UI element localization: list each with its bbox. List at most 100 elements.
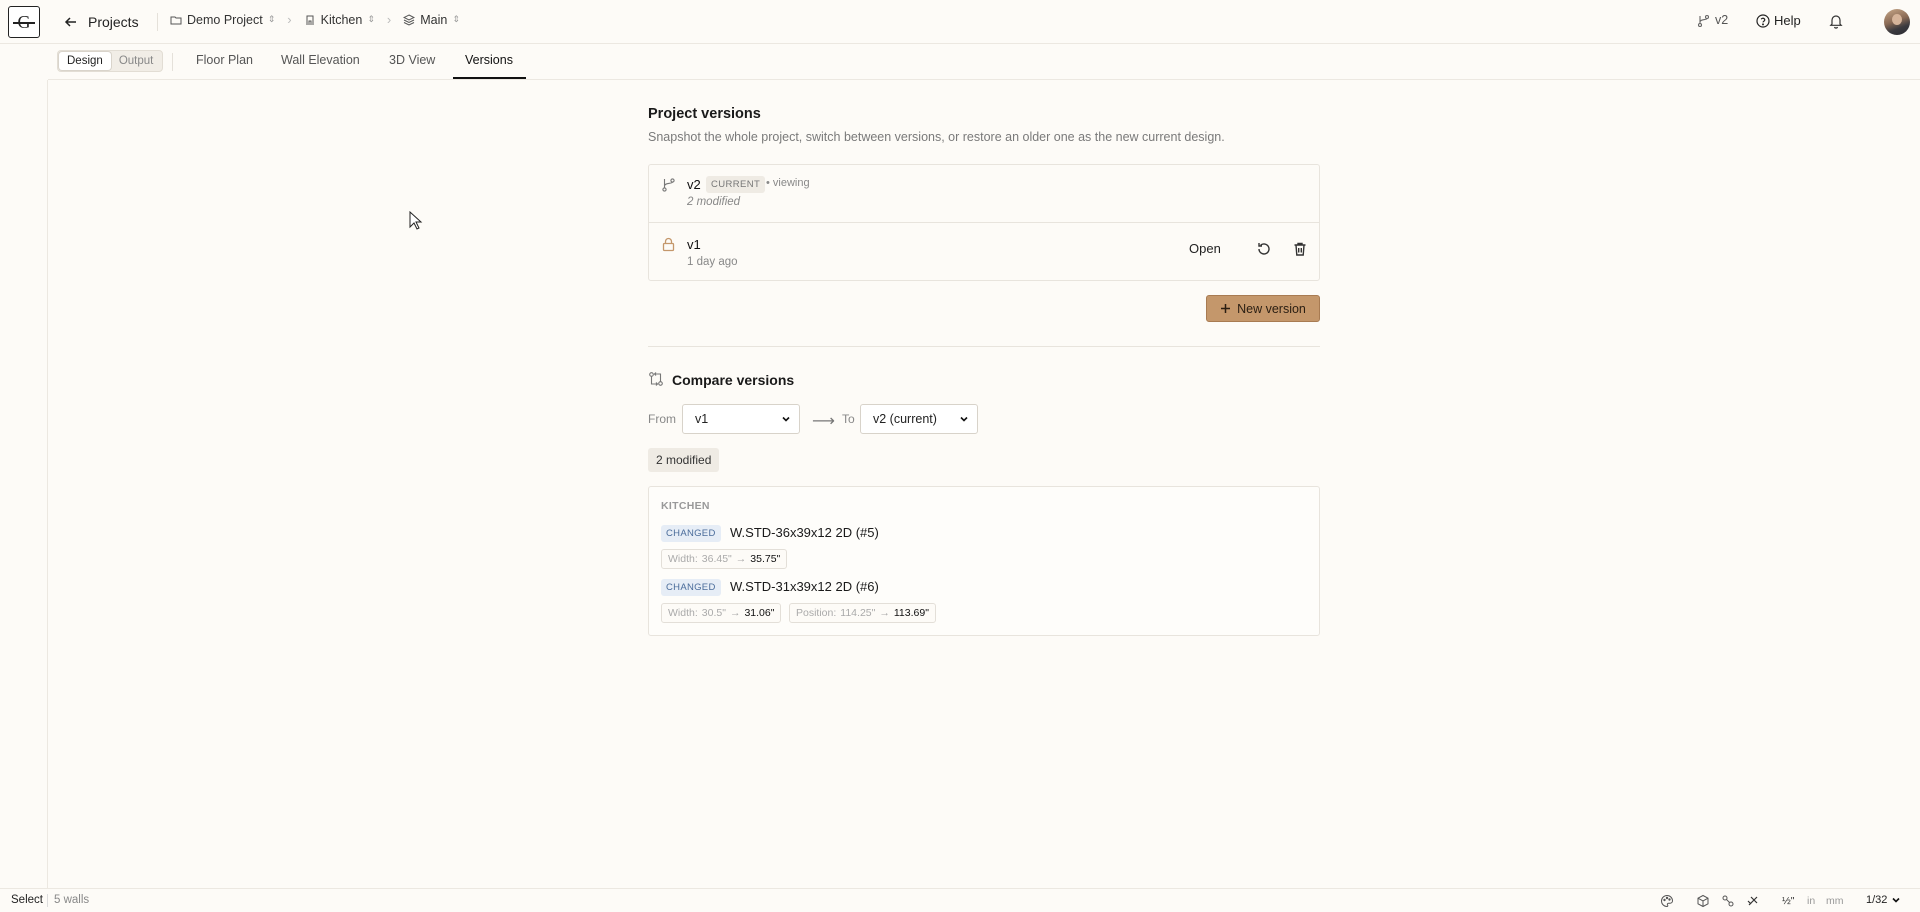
version-row-v1[interactable]: v1 1 day ago Open [649, 223, 1319, 281]
prop-new-value: 113.69" [893, 607, 929, 619]
changed-tag: CHANGED [661, 579, 721, 596]
scale-value: 1/32 [1866, 894, 1888, 906]
palette-icon[interactable] [1660, 894, 1674, 908]
current-badge: CURRENT [706, 176, 766, 193]
breadcrumb-room[interactable]: Kitchen ⇕ [304, 13, 375, 27]
chevron-updown-icon: ⇕ [267, 14, 276, 24]
prop-old-value: 30.5" [701, 607, 726, 619]
avatar[interactable] [1884, 9, 1910, 35]
section-divider [648, 346, 1320, 347]
app-logo[interactable]: G [8, 6, 40, 38]
version-meta: 2 modified [687, 196, 741, 208]
help-label: Help [1774, 13, 1801, 28]
left-rail-divider [47, 80, 48, 888]
prop-label: Position: [796, 607, 837, 619]
version-name: v2 [687, 177, 701, 192]
mouse-cursor-icon [409, 211, 423, 230]
property-diff: Width: 36.45" → 35.75" [661, 549, 788, 569]
git-branch-icon [662, 178, 675, 192]
diff-list: KITCHEN CHANGED W.STD-36x39x12 2D (#5) W… [648, 486, 1320, 636]
layers-icon [403, 13, 416, 26]
diff-summary-badge: 2 modified [648, 448, 720, 472]
prop-new-value: 31.06" [744, 607, 775, 619]
from-label: From [648, 412, 676, 426]
prop-old-value: 36.45" [701, 553, 732, 565]
help-button[interactable]: Help [1756, 13, 1801, 28]
help-icon [1756, 13, 1770, 28]
chevron-updown-icon: ⇕ [452, 14, 460, 24]
to-version-select[interactable]: v2 (current) [860, 404, 978, 434]
folder-icon [170, 16, 182, 24]
view-tab-bar: Design Output Floor Plan Wall Elevation … [48, 44, 1920, 80]
plus-icon [1221, 304, 1231, 313]
arrow-left-icon [64, 17, 76, 27]
tab-floor-plan[interactable]: Floor Plan [196, 53, 253, 67]
breadcrumb-layout-label: Main [420, 12, 448, 27]
changed-item-name: W.STD-36x39x12 2D (#5) [730, 525, 879, 540]
chevron-updown-icon: ⇕ [367, 14, 375, 24]
room-icon [306, 15, 314, 25]
new-version-label: New version [1237, 301, 1306, 316]
restore-icon[interactable] [1255, 240, 1273, 258]
fraction-toggle[interactable]: ½" [1782, 895, 1794, 907]
version-meta: 1 day ago [687, 256, 738, 268]
lock-icon [662, 237, 675, 252]
back-label: Projects [88, 14, 139, 30]
version-label: v2 [1715, 13, 1729, 27]
status-bar: Select 5 walls ½" in mm 1/32 [0, 888, 1920, 912]
snap-icon[interactable] [1746, 894, 1760, 908]
new-version-button[interactable]: New version [1206, 295, 1320, 322]
back-to-projects-button[interactable]: Projects [64, 11, 139, 33]
mode-design-button[interactable]: Design [59, 52, 111, 70]
link-icon[interactable] [1721, 894, 1735, 908]
property-diff: Width: 30.5" → 31.06" [661, 603, 782, 623]
tab-versions[interactable]: Versions [465, 53, 513, 67]
chevron-down-icon [1892, 897, 1900, 903]
viewing-status: • viewing [766, 177, 810, 189]
arrow-right-icon: ⟶ [812, 413, 835, 430]
scale-select[interactable]: 1/32 [1866, 894, 1901, 906]
room-heading: KITCHEN [661, 500, 710, 512]
unit-mm[interactable]: mm [1826, 895, 1844, 907]
breadcrumb-layout[interactable]: Main ⇕ [403, 13, 460, 27]
prop-label: Width: [668, 553, 698, 565]
breadcrumb-room-label: Kitchen [320, 12, 363, 27]
changed-tag: CHANGED [661, 525, 721, 542]
changed-item-name: W.STD-31x39x12 2D (#6) [730, 579, 879, 594]
chevron-down-icon [782, 416, 790, 422]
from-version-select[interactable]: v1 [682, 404, 800, 434]
mode-toggle: Design Output [57, 50, 164, 72]
compare-icon [649, 372, 663, 386]
top-bar: G Projects Demo Project ⇕ › Kitchen ⇕ › … [0, 0, 1920, 44]
version-list: v2 CURRENT • viewing 2 modified v1 1 day… [648, 164, 1320, 281]
to-version-value: v2 (current) [873, 412, 937, 426]
mode-output-button[interactable]: Output [111, 52, 162, 70]
page-subtitle: Snapshot the whole project, switch betwe… [648, 130, 1225, 144]
breadcrumb-project-label: Demo Project [187, 12, 263, 27]
tab-3d-view[interactable]: 3D View [389, 53, 435, 67]
prop-new-value: 35.75" [750, 553, 781, 565]
active-tab-indicator [453, 77, 526, 79]
cube-icon[interactable] [1696, 894, 1710, 908]
to-label: To [842, 412, 855, 426]
property-diff: Position: 114.25" → 113.69" [789, 603, 936, 623]
open-version-button[interactable]: Open [1189, 241, 1221, 256]
bell-icon[interactable] [1828, 13, 1844, 29]
unit-inches[interactable]: in [1807, 895, 1815, 907]
trash-icon[interactable] [1291, 240, 1309, 258]
chevron-down-icon [960, 416, 968, 422]
prop-old-value: 114.25" [840, 607, 876, 619]
tab-wall-elevation[interactable]: Wall Elevation [281, 53, 360, 67]
prop-label: Width: [668, 607, 698, 619]
breadcrumb: Demo Project ⇕ › Kitchen ⇕ › Main ⇕ [170, 12, 460, 27]
breadcrumb-project[interactable]: Demo Project ⇕ [170, 13, 275, 27]
page-title: Project versions [648, 106, 761, 122]
version-name: v1 [687, 237, 701, 252]
git-branch-icon [1697, 14, 1710, 27]
compare-title: Compare versions [672, 372, 795, 388]
version-row-current[interactable]: v2 CURRENT • viewing 2 modified [649, 165, 1319, 223]
from-version-value: v1 [695, 412, 709, 426]
tool-mode: Select [11, 894, 43, 906]
wall-count: 5 walls [54, 894, 90, 906]
version-indicator[interactable]: v2 [1697, 13, 1728, 27]
